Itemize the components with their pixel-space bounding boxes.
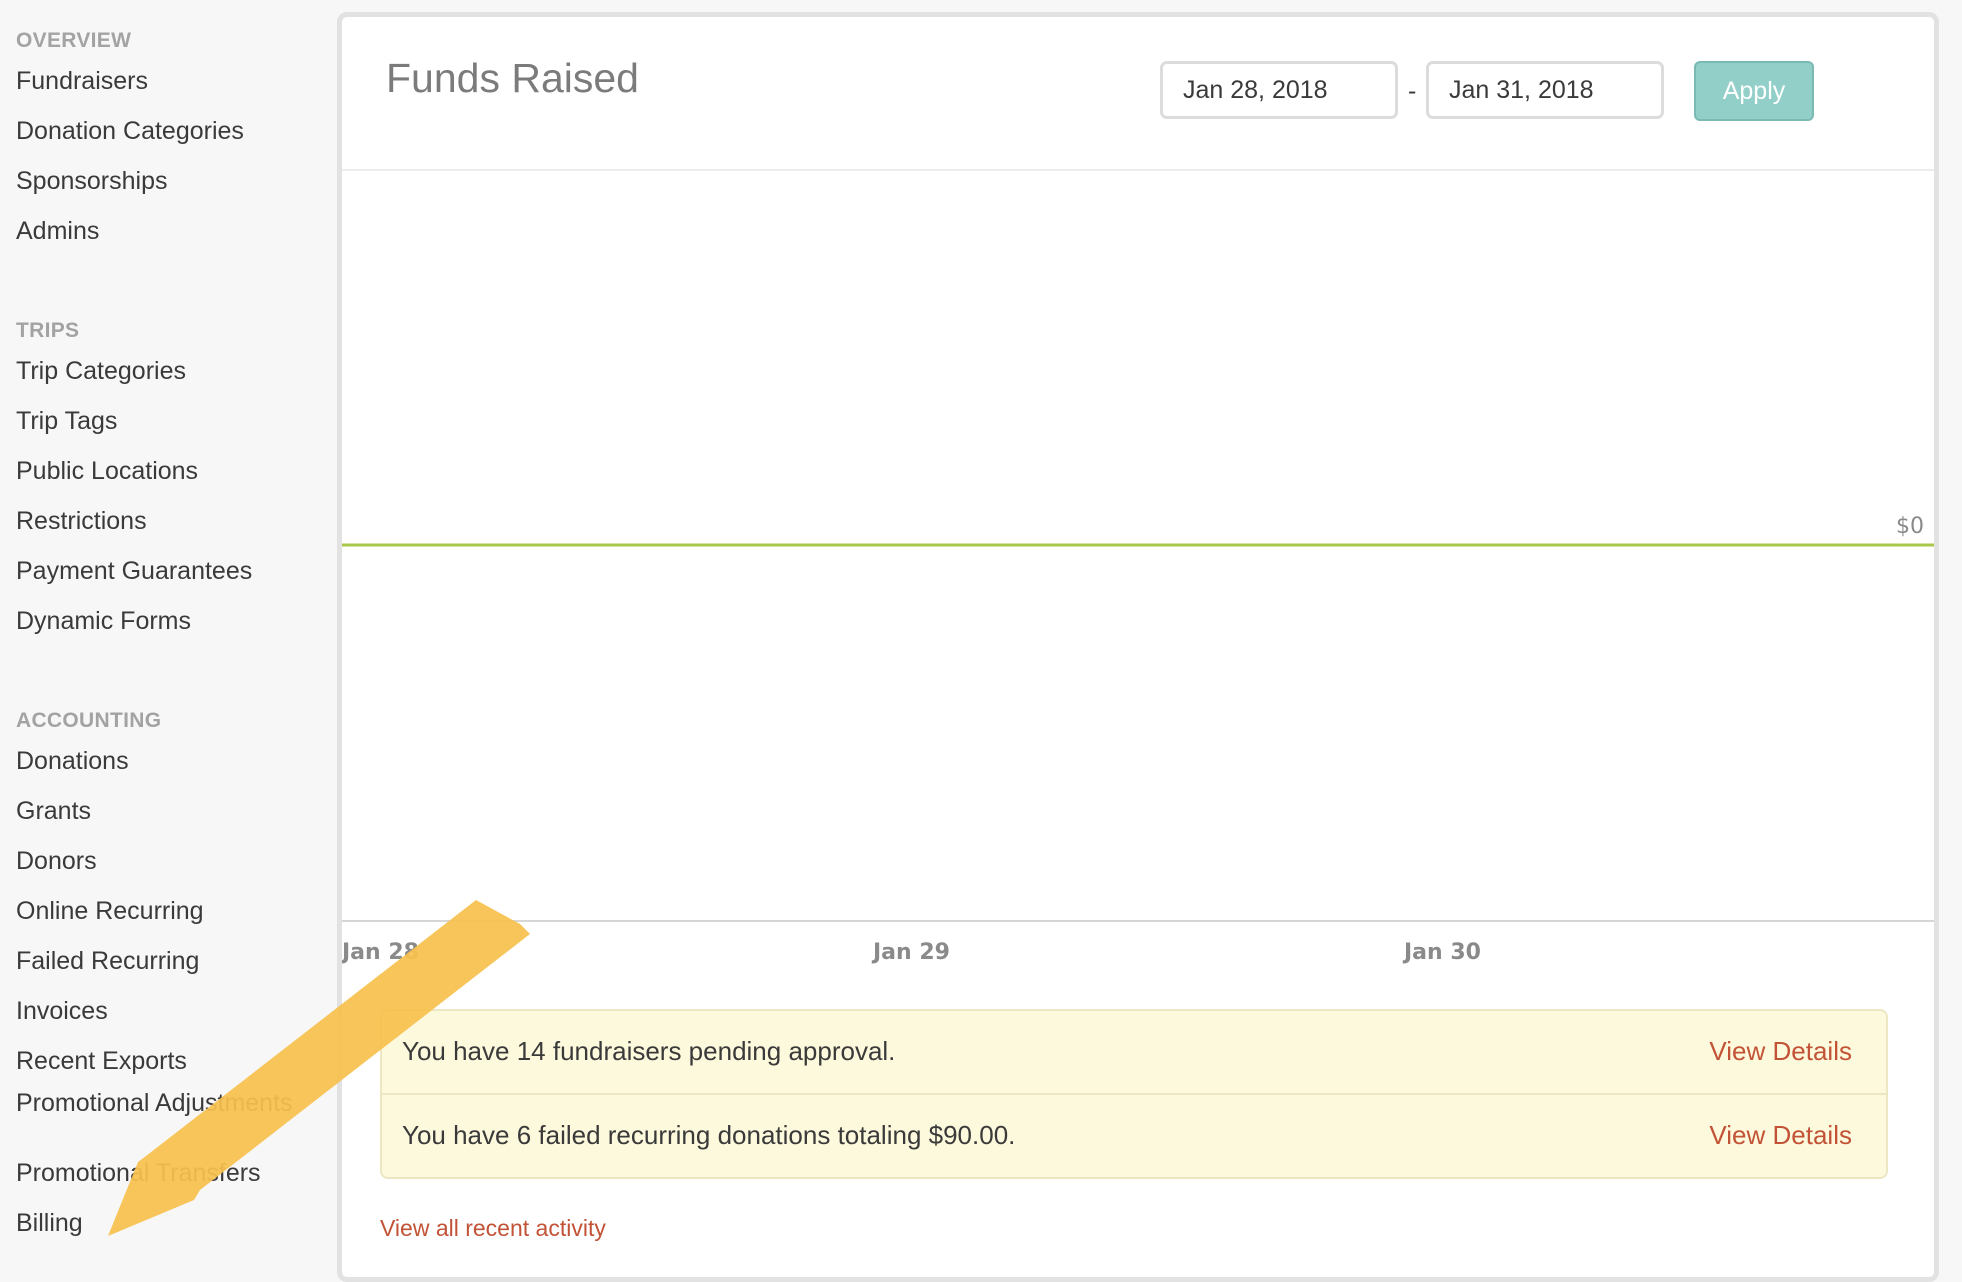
funds-chart: $0 Jan 28 Jan 29 Jan 30 (342, 514, 1934, 965)
sidebar-item-dynamic-forms[interactable]: Dynamic Forms (16, 596, 252, 646)
sidebar-item-donation-categories[interactable]: Donation Categories (16, 106, 244, 156)
alert-text: You have 14 fundraisers pending approval… (402, 1036, 896, 1066)
funds-raised-panel: Funds Raised - Apply $0 Jan 28 Jan 29 Jan 3… (337, 12, 1939, 1282)
panel-header: Funds Raised - Apply (342, 17, 1934, 171)
sidebar-item-fundraisers[interactable]: Fundraisers (16, 56, 244, 106)
sidebar-item-grants[interactable]: Grants (16, 786, 293, 836)
x-tick-label: Jan 28 (342, 940, 419, 965)
view-details-link[interactable]: View Details (1709, 1011, 1852, 1091)
sidebar: OVERVIEW Fundraisers Donation Categories… (0, 0, 336, 1266)
sidebar-item-promotional-transfers[interactable]: Promotional Transfers (16, 1148, 293, 1198)
x-tick-label: Jan 29 (871, 940, 950, 965)
view-details-link[interactable]: View Details (1709, 1095, 1852, 1175)
alerts-box: You have 14 fundraisers pending approval… (380, 1009, 1888, 1179)
sidebar-item-failed-recurring[interactable]: Failed Recurring (16, 936, 293, 986)
sidebar-item-public-locations[interactable]: Public Locations (16, 446, 252, 496)
sidebar-item-restrictions[interactable]: Restrictions (16, 496, 252, 546)
sidebar-item-payment-guarantees[interactable]: Payment Guarantees (16, 546, 252, 596)
sidebar-section-overview: OVERVIEW Fundraisers Donation Categories… (0, 26, 244, 256)
alert-text: You have 6 failed recurring donations to… (402, 1120, 1016, 1150)
sidebar-item-invoices[interactable]: Invoices (16, 986, 293, 1036)
date-separator: - (1408, 77, 1417, 105)
sidebar-item-donors[interactable]: Donors (16, 836, 293, 886)
sidebar-item-billing[interactable]: Billing (16, 1198, 293, 1248)
sidebar-item-recent-exports[interactable]: Recent Exports (16, 1036, 293, 1086)
value-label: $0 (1896, 514, 1924, 539)
sidebar-item-trip-categories[interactable]: Trip Categories (16, 346, 252, 396)
date-to-input[interactable] (1426, 61, 1664, 119)
x-tick-label: Jan 30 (1402, 940, 1481, 965)
alert-failed-recurring: You have 6 failed recurring donations to… (382, 1093, 1886, 1177)
apply-button[interactable]: Apply (1694, 61, 1814, 121)
section-title-accounting: ACCOUNTING (16, 709, 162, 732)
sidebar-item-donations[interactable]: Donations (16, 736, 293, 786)
sidebar-item-trip-tags[interactable]: Trip Tags (16, 396, 252, 446)
alert-pending-fundraisers: You have 14 fundraisers pending approval… (382, 1011, 1886, 1093)
panel-title: Funds Raised (386, 55, 639, 101)
sidebar-item-admins[interactable]: Admins (16, 206, 244, 256)
sidebar-item-sponsorships[interactable]: Sponsorships (16, 156, 244, 206)
sidebar-section-accounting: ACCOUNTING Donations Grants Donors Onlin… (0, 706, 293, 1248)
section-title-overview: OVERVIEW (16, 29, 132, 52)
date-from-input[interactable] (1160, 61, 1398, 119)
sidebar-item-online-recurring[interactable]: Online Recurring (16, 886, 293, 936)
section-title-trips: TRIPS (16, 319, 80, 342)
view-all-recent-activity-link[interactable]: View all recent activity (380, 1215, 606, 1242)
sidebar-item-promotional-adjustments[interactable]: Promotional Adjustments (16, 1086, 293, 1148)
sidebar-section-trips: TRIPS Trip Categories Trip Tags Public L… (0, 316, 252, 646)
